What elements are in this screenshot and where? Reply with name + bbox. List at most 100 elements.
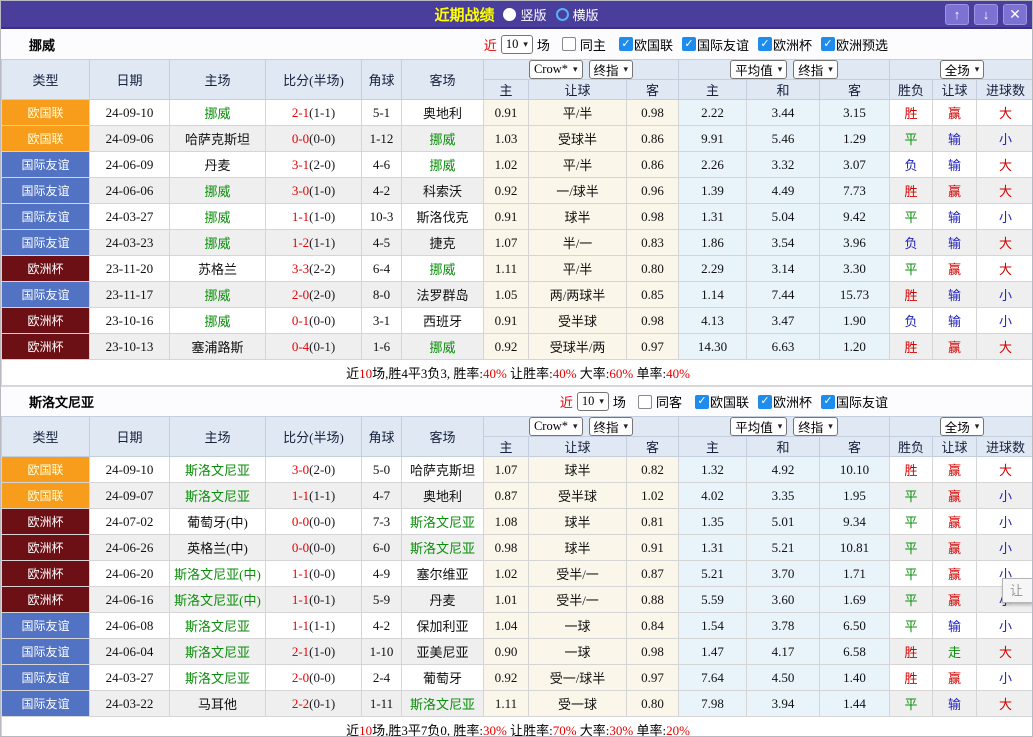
goals-cell: 大	[976, 99, 1032, 126]
league-filter-checkbox[interactable]: ✓ 欧洲杯	[757, 392, 812, 411]
avg-time-select[interactable]: 终指 ▾	[793, 417, 838, 436]
league-cell: 国际友谊	[1, 664, 90, 691]
odds-source-select[interactable]: Crow* ▾	[528, 60, 583, 79]
result-cell: 平	[889, 255, 934, 282]
handicap-cell: 球半	[528, 203, 627, 230]
same-venue-checkbox[interactable]: 同主	[561, 35, 606, 54]
team-label: 丹麦	[429, 593, 456, 608]
team-label: 斯洛文尼亚(中)	[174, 593, 261, 608]
avg-home-cell: 1.32	[678, 456, 748, 483]
column-header: 客场	[401, 416, 484, 457]
avg-draw-cell: 4.49	[746, 177, 821, 204]
chevron-down-icon: ▾	[623, 421, 629, 431]
league-filter-checkbox[interactable]: ✓ 国际友谊	[820, 392, 888, 411]
handicap-result-cell: 赢	[932, 99, 978, 126]
team-label: 奥地利	[422, 106, 462, 121]
fulltime-score: 1-1	[291, 591, 310, 607]
team-label: 挪威	[204, 314, 231, 329]
summary-text: 让胜率:	[506, 723, 553, 737]
away-team-cell: 科索沃	[401, 177, 484, 204]
odds-time-select[interactable]: 终指 ▾	[588, 60, 634, 79]
move-up-button[interactable]: ↑	[945, 4, 969, 25]
halftime-score: (1-1)	[309, 487, 336, 503]
avg-home-cell: 1.31	[678, 534, 748, 561]
avg-home-cell: 2.26	[678, 151, 748, 178]
match-row: 国际友谊 24-03-27 斯洛文尼亚 2-0(0-0) 2-4 葡萄牙 0.92 受一/球半…	[1, 664, 1032, 691]
period-select[interactable]: 全场 ▾	[939, 60, 985, 79]
date-cell: 24-03-27	[89, 203, 170, 230]
column-header: 客场	[401, 59, 484, 100]
home-team-cell: 挪威	[169, 307, 266, 334]
halftime-score: (0-0)	[309, 130, 336, 146]
summary-value: 10	[359, 366, 373, 381]
checkbox-checked-icon: ✓	[757, 37, 772, 51]
away-odds-cell: 0.84	[625, 612, 680, 639]
handicap-result-cell: 输	[932, 125, 978, 152]
odds-group-header: Crow* ▾ 终指 ▾	[482, 416, 680, 437]
handicap-cell: 球半	[528, 534, 627, 561]
home-team-cell: 挪威	[169, 177, 266, 204]
team-label: 挪威	[204, 106, 231, 121]
layout-horizontal-radio[interactable]: 横版	[555, 5, 599, 24]
fulltime-score: 0-1	[291, 312, 310, 328]
sub-column-header: 客	[819, 436, 891, 457]
team-label: 捷克	[429, 236, 456, 251]
away-team-cell: 斯洛文尼亚	[401, 534, 484, 561]
handicap-cell: 平/半	[528, 99, 627, 126]
handicap-cell: 受球半/两	[528, 333, 627, 360]
avg-source-select[interactable]: 平均值 ▾	[730, 60, 788, 79]
team-label: 科索沃	[422, 184, 462, 199]
odds-source-select-value: Crow*	[533, 419, 568, 433]
league-filter-checkbox[interactable]: ✓ 欧洲预选	[820, 35, 888, 54]
fulltime-score: 2-2	[291, 695, 310, 711]
avg-draw-cell: 3.35	[746, 482, 821, 509]
team-label: 挪威	[429, 262, 456, 277]
goals-cell: 小	[976, 612, 1032, 639]
team-label: 葡萄牙(中)	[187, 515, 248, 530]
team-label: 斯洛文尼亚	[184, 671, 250, 686]
match-row: 欧洲杯 23-10-16 挪威 0-1(0-0) 3-1 西班牙 0.91 受半球 0.98 4.…	[1, 307, 1032, 334]
move-down-button[interactable]: ↓	[974, 4, 998, 25]
period-select-value: 全场	[944, 421, 970, 435]
summary-text: 大率:	[576, 366, 610, 381]
home-odds-cell: 1.01	[483, 586, 529, 613]
close-button[interactable]: ✕	[1003, 4, 1027, 25]
avg-time-select[interactable]: 终指 ▾	[793, 60, 838, 79]
handicap-cell: 平/半	[528, 255, 627, 282]
league-filter-label: 欧国联	[709, 395, 749, 410]
handicap-cell: 一/球半	[528, 177, 627, 204]
league-filter-label: 国际友谊	[835, 395, 888, 410]
avg-home-cell: 5.21	[678, 560, 748, 587]
score-cell: 2-0(2-0)	[265, 281, 362, 308]
league-filter-checkbox[interactable]: ✓ 欧国联	[694, 392, 749, 411]
checkbox-checked-icon: ✓	[820, 394, 835, 409]
halftime-score: (2-0)	[309, 461, 336, 477]
home-odds-cell: 1.04	[483, 612, 529, 639]
league-filter-checkbox[interactable]: ✓ 国际友谊	[681, 35, 749, 54]
date-cell: 24-03-27	[89, 664, 170, 691]
league-filter-checkbox[interactable]: ✓ 欧洲杯	[757, 35, 812, 54]
period-select[interactable]: 全场 ▾	[939, 417, 985, 436]
away-team-cell: 法罗群岛	[401, 281, 484, 308]
team-section-1: 挪威近 10 ▾ 场同主 ✓ 欧国联 ✓ 国际友谊 ✓ 欧洲杯 ✓ 欧洲预选 类型 日期 主场 比分(半场) 角…	[1, 29, 1032, 386]
match-row: 欧国联 24-09-06 哈萨克斯坦 0-0(0-0) 1-12 挪威 1.03 受球半 0.8…	[1, 125, 1032, 152]
date-cell: 24-03-23	[89, 229, 170, 256]
match-count-select[interactable]: 10 ▾	[500, 34, 533, 54]
corner-cell: 6-4	[361, 255, 402, 282]
result-cell: 负	[889, 307, 934, 334]
same-venue-checkbox[interactable]: 同客	[637, 392, 682, 411]
goals-cell: 大	[976, 690, 1032, 717]
layout-vertical-radio[interactable]: 竖版	[503, 5, 547, 24]
match-row: 国际友谊 24-03-22 马耳他 2-2(0-1) 1-11 斯洛文尼亚 1.11 受一球 0…	[1, 690, 1032, 717]
match-row: 欧洲杯 23-10-13 塞浦路斯 0-4(0-1) 1-6 挪威 0.92 受球半/两 0.9…	[1, 333, 1032, 360]
match-count-select[interactable]: 10 ▾	[576, 392, 609, 411]
corner-cell: 4-5	[361, 229, 402, 256]
odds-source-select[interactable]: Crow* ▾	[528, 417, 583, 436]
league-filter-checkbox[interactable]: ✓ 欧国联	[618, 35, 673, 54]
score-cell: 0-1(0-0)	[265, 307, 362, 334]
handicap-cell: 受球半	[528, 125, 627, 152]
corner-cell: 7-3	[361, 508, 402, 535]
odds-time-select[interactable]: 终指 ▾	[588, 417, 634, 436]
column-header: 主场	[169, 59, 266, 100]
avg-source-select[interactable]: 平均值 ▾	[730, 417, 788, 436]
